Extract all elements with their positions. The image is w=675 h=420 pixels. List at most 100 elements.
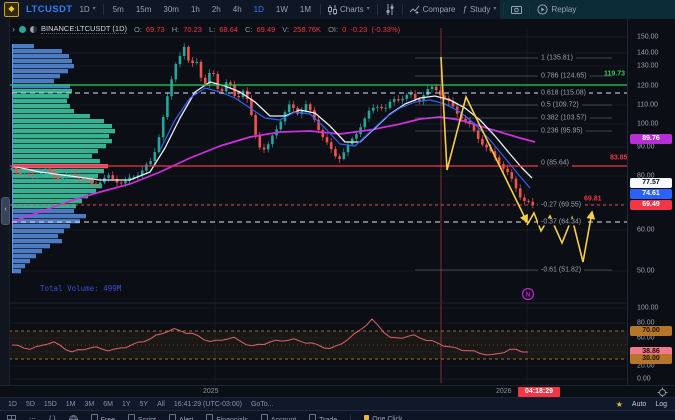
bottom-dock: ⋯ { } Free Script Alert Financials Account Tr… [0, 410, 675, 420]
interval-value: 1D [79, 5, 89, 14]
dock-item-icon [91, 414, 98, 420]
close-label: C: [245, 25, 253, 34]
dock-item-free[interactable]: Free [91, 414, 115, 420]
clock[interactable]: 16:41:29 (UTC-03:00) [174, 401, 242, 408]
dock-item-script[interactable]: Script [128, 414, 156, 420]
open-value: 69.73 [146, 25, 165, 34]
event-marker-n[interactable]: N [523, 289, 534, 300]
divider [350, 414, 351, 420]
scale-auto-button[interactable]: Auto [632, 401, 646, 408]
timeframe-button-1h[interactable]: 1h [189, 4, 202, 15]
timeframe-button-2h[interactable]: 2h [210, 4, 223, 15]
price-tick: 0.00 [637, 376, 651, 383]
replay-button[interactable]: Replay [537, 4, 576, 15]
compare-icon [410, 5, 420, 14]
timeframe-button-30m[interactable]: 30m [161, 4, 181, 15]
dock-item-icon [309, 414, 316, 420]
chart-canvas[interactable]: N [0, 0, 675, 420]
globe-icon[interactable] [69, 415, 78, 420]
volume-value: 258.76K [293, 25, 321, 34]
goto-button[interactable]: GoTo... [251, 401, 274, 408]
indicators-icon[interactable] [385, 4, 395, 15]
range-button-All[interactable]: All [157, 401, 165, 408]
study-label: Study [470, 5, 490, 14]
price-badge: 70.00 [630, 326, 672, 336]
series-legend: › BINANCE:LTCUSDT (1D) O:69.73 H:70.23 L… [12, 24, 400, 34]
range-button-1M[interactable]: 1M [66, 401, 76, 408]
symbol-button[interactable]: LTCUSDT [26, 4, 72, 15]
panel-expand-handle[interactable]: ‹ [1, 197, 10, 225]
high-value: 70.23 [183, 25, 202, 34]
candlestick-icon [328, 5, 337, 15]
dock-item-icon [206, 414, 213, 420]
charts-menu-button[interactable]: Charts ▾ [328, 5, 370, 15]
projection-zigzag-drawing[interactable] [527, 212, 592, 262]
braces-icon[interactable]: { } [49, 416, 56, 420]
compare-button[interactable]: Compare [410, 5, 456, 14]
range-button-5D[interactable]: 5D [26, 401, 35, 408]
one-click-toggle[interactable]: One Click [364, 415, 402, 420]
range-button-1D[interactable]: 1D [8, 401, 17, 408]
series-title[interactable]: BINANCE:LTCUSDT (1D) [41, 24, 127, 34]
divider [377, 4, 378, 15]
legend-collapse-arrow[interactable]: › [12, 24, 15, 34]
range-button-3M[interactable]: 3M [84, 401, 94, 408]
price-tick: 120.00 [637, 83, 658, 90]
open-label: O: [134, 25, 142, 34]
dock-item-icon [169, 414, 176, 420]
price-tick: 90.00 [637, 144, 655, 151]
fx-icon: ƒ [463, 5, 467, 14]
timeframe-button-15m[interactable]: 15m [134, 4, 154, 15]
change-value: -0.23 [350, 25, 367, 34]
series-status-dot [19, 26, 26, 33]
timeframe-button-1M[interactable]: 1M [298, 4, 313, 15]
oi-label: OI: [328, 25, 338, 34]
range-button-6M[interactable]: 6M [103, 401, 113, 408]
camera-snapshot-icon[interactable] [511, 5, 522, 14]
timeframe-button-1D[interactable]: 1D [252, 4, 266, 15]
lightning-icon [364, 415, 369, 420]
timeframe-button-5m[interactable]: 5m [111, 4, 126, 15]
favorite-star-icon[interactable]: ★ [616, 400, 623, 409]
price-badge: 89.76 [630, 134, 672, 144]
price-badge: 77.57 [630, 178, 672, 188]
price-badge: 74.61 [630, 189, 672, 199]
volume-profile-total: Total Volume: 499M [40, 284, 121, 293]
bar-countdown-badge: 04:18:29 [518, 387, 560, 397]
oi-value: 0 [342, 25, 346, 34]
price-badge: 30.00 [630, 354, 672, 364]
scale-log-button[interactable]: Log [655, 401, 667, 408]
divider [320, 4, 321, 15]
series-status-dot-2 [30, 26, 37, 33]
price-tick: 60.00 [637, 227, 655, 234]
interval-dropdown[interactable]: 1D ▾ [79, 5, 95, 14]
layout-grid-icon[interactable] [7, 415, 16, 420]
range-button-15D[interactable]: 15D [44, 401, 57, 408]
trend-drawing[interactable] [441, 57, 527, 222]
timeframe-button-4h[interactable]: 4h [231, 4, 244, 15]
price-tick: 50.00 [637, 268, 655, 275]
low-label: L: [209, 25, 215, 34]
time-axis-year: 2026 [496, 388, 512, 395]
charts-label: Charts [340, 5, 364, 14]
dock-item-alert[interactable]: Alert [169, 414, 193, 420]
timeframe-row: 5m 15m 30m 1h 2h 4h 1D 1W 1M [111, 4, 313, 15]
range-button-1Y[interactable]: 1Y [122, 401, 131, 408]
svg-text:N: N [526, 292, 530, 298]
dock-item-icon [128, 414, 135, 420]
dock-item-trade[interactable]: Trade [309, 414, 337, 420]
more-icon[interactable]: ⋯ [29, 415, 36, 420]
close-value: 69.49 [257, 25, 276, 34]
study-dropdown[interactable]: ƒ Study ▾ [463, 5, 497, 14]
price-tick: 140.00 [637, 50, 658, 57]
dock-item-account[interactable]: Account [261, 414, 296, 420]
price-scale[interactable]: 150.00140.00130.00120.00110.00100.0090.0… [627, 19, 675, 385]
price-tick: 100.00 [637, 305, 658, 312]
timeframe-button-1W[interactable]: 1W [274, 4, 290, 15]
price-tick: 130.00 [637, 63, 658, 70]
low-value: 68.64 [219, 25, 238, 34]
dock-item-financials[interactable]: Financials [206, 414, 248, 420]
app-logo-icon[interactable]: ◆ [4, 2, 19, 17]
chart-footer: 1D 5D 15D 1M 3M 6M 1Y 5Y All 16:41:29 (UTC-03:00… [0, 397, 675, 411]
range-button-5Y[interactable]: 5Y [140, 401, 149, 408]
